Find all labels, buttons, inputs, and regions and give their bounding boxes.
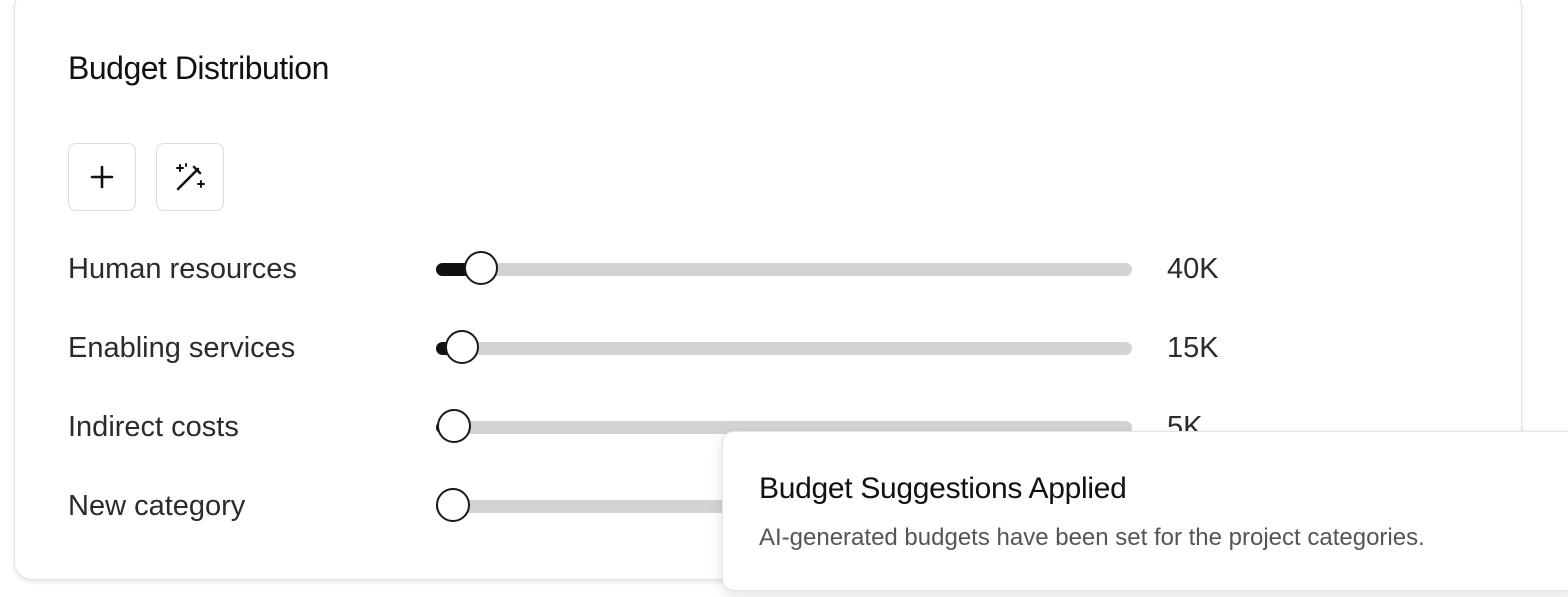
toast-title: Budget Suggestions Applied [759, 472, 1127, 505]
category-value-enabling-services: 15K [1167, 332, 1219, 364]
category-value-human-resources: 40K [1167, 253, 1219, 285]
slider-thumb[interactable] [445, 330, 479, 364]
category-label-enabling-services: Enabling services [68, 332, 296, 364]
toast-description: AI-generated budgets have been set for t… [759, 524, 1425, 551]
magic-wand-icon [176, 163, 205, 191]
ai-suggest-button[interactable] [156, 143, 224, 211]
slider-thumb[interactable] [436, 488, 470, 522]
panel-title: Budget Distribution [68, 50, 329, 86]
category-label-indirect-costs: Indirect costs [68, 411, 239, 443]
slider-thumb[interactable] [437, 409, 471, 443]
plus-icon [90, 165, 114, 189]
category-label-new-category: New category [68, 490, 246, 522]
category-label-human-resources: Human resources [68, 253, 297, 285]
slider-enabling-services[interactable] [436, 330, 1132, 364]
slider-human-resources[interactable] [436, 251, 1132, 285]
add-category-button[interactable] [68, 143, 136, 211]
slider-thumb[interactable] [464, 251, 498, 285]
budget-suggestions-toast: Budget Suggestions Applied AI-generated … [722, 431, 1568, 591]
